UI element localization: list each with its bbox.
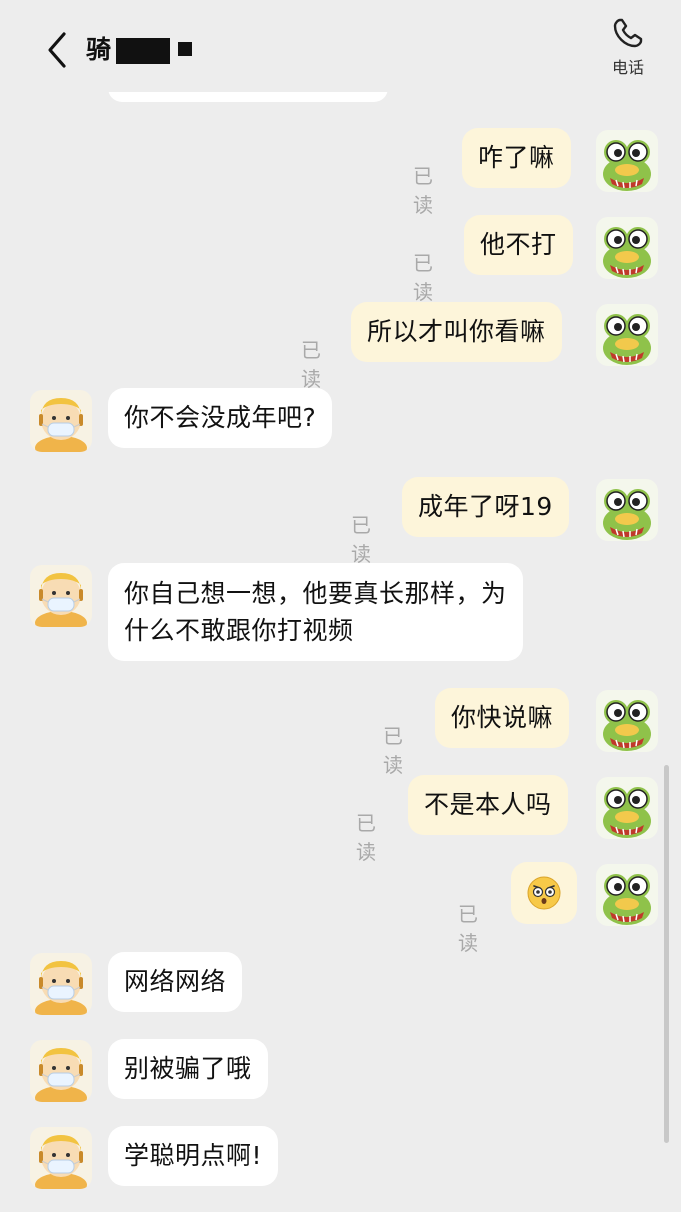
message-bubble[interactable]: 学聪明点啊! (108, 1126, 279, 1186)
contact-avatar[interactable] (30, 565, 92, 627)
read-status: 已读 (458, 902, 478, 955)
chevron-left-icon (48, 32, 66, 68)
message-bubble[interactable]: 成年了呀19 (402, 477, 569, 537)
my-avatar[interactable] (596, 130, 658, 192)
redaction-block (116, 38, 170, 64)
my-avatar[interactable] (596, 864, 658, 926)
message-bubble[interactable]: 不是本人吗 (408, 775, 568, 835)
read-status: 已读 (301, 338, 321, 391)
contact-name: 骑 (86, 35, 112, 64)
message-bubble[interactable]: 网络网络 (108, 952, 243, 1012)
contact-avatar[interactable] (30, 390, 92, 452)
read-status: 已读 (383, 724, 403, 777)
my-avatar[interactable] (596, 777, 658, 839)
redaction-block (178, 42, 192, 56)
scrollbar[interactable] (664, 765, 669, 1143)
message-bubble[interactable]: 他不打 (464, 215, 573, 275)
message-line: 什么不敢跟你打视频 (124, 616, 354, 645)
my-avatar[interactable] (596, 690, 658, 752)
read-status: 已读 (413, 164, 433, 217)
message-bubble[interactable]: 别被骗了哦 (108, 1039, 268, 1099)
contact-avatar[interactable] (30, 1127, 92, 1189)
shocked-face-emoji-icon (527, 876, 561, 910)
message-bubble[interactable]: 你不会没成年吧? (108, 388, 333, 448)
message-bubble[interactable]: 你自己想一想，他要真长那样，为 什么不敢跟你打视频 (108, 563, 523, 661)
my-avatar[interactable] (596, 217, 658, 279)
message-bubble[interactable]: 你快说嘛 (435, 688, 570, 748)
my-avatar[interactable] (596, 479, 658, 541)
phone-icon (613, 18, 643, 48)
read-status: 已读 (351, 513, 371, 566)
contact-avatar[interactable] (30, 1040, 92, 1102)
back-button[interactable] (42, 30, 72, 70)
read-status: 已读 (356, 811, 376, 864)
call-button[interactable]: 电话 (600, 16, 656, 82)
message-bubble[interactable]: 所以才叫你看嘛 (351, 302, 562, 362)
call-label: 电话 (611, 58, 644, 77)
chat-header: 骑 电话 (0, 0, 681, 92)
read-status: 已读 (413, 251, 433, 304)
message-line: 你自己想一想，他要真长那样，为 (124, 579, 507, 608)
my-avatar[interactable] (596, 304, 658, 366)
message-bubble[interactable]: 咋了嘛 (462, 128, 571, 188)
contact-avatar[interactable] (30, 953, 92, 1015)
message-bubble[interactable] (511, 862, 577, 924)
